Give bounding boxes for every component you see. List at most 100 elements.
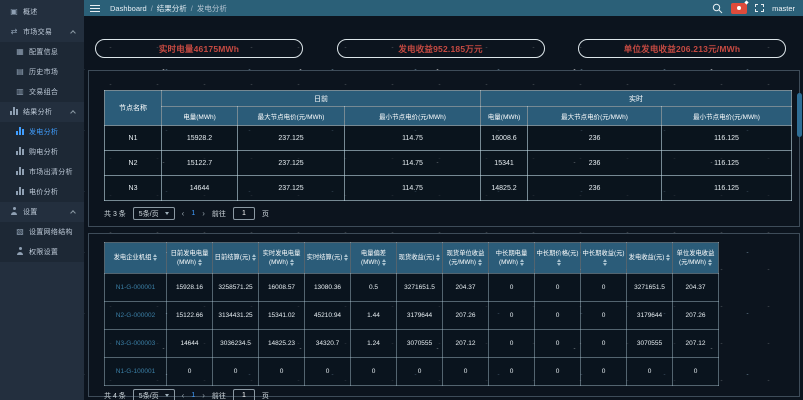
scrollbar-thumb[interactable] [797,93,802,137]
breadcrumb-level1[interactable]: 结果分析 [157,3,187,14]
cell: 116.125 [662,176,792,201]
cell: 14825.2 [481,176,528,201]
generator-unit-table: 发电企业机组 日前发电电量(MWh) 日前结算(元) 实时发电电量(MWh) 实… [104,242,719,386]
col-header-sortable[interactable]: 实时发电电量(MWh) [259,243,305,274]
prev-page-button[interactable]: ‹ [182,392,185,400]
sidebar-item-trade-portfolio[interactable]: ▥ 交易组合 [0,82,84,102]
unit-link[interactable]: N3-G-000003 [105,330,167,358]
cell: 0 [673,358,719,386]
chevron-down-icon [165,394,169,397]
sidebar-item-purchase-analysis[interactable]: 购电分析 [0,142,84,162]
sidebar-item-label: 购电分析 [29,147,58,157]
breadcrumb-home[interactable]: Dashboard [110,4,147,13]
cell: 3179644 [397,302,443,330]
bar-chart-icon [9,107,19,117]
sidebar: ▣ 概述 ⇄ 市场交易 ▦ 配置信息 ▤ 历史市场 ▥ 交易组合 结果分析 发电… [0,0,84,400]
table-row: N1 15928.2 237.125 114.75 16008.6 236 11… [105,126,792,151]
col-header: 最大节点电价(元/MWh) [238,107,345,126]
sidebar-item-history-market[interactable]: ▤ 历史市场 [0,62,84,82]
unit-link[interactable]: N1-G-000001 [105,274,167,302]
sidebar-item-overview[interactable]: ▣ 概述 [0,2,84,22]
grid-icon: ▦ [15,48,25,56]
hamburger-menu-icon[interactable] [90,5,100,12]
col-header-sortable[interactable]: 现货收益(元) [397,243,443,274]
col-header: 电量(MWh) [481,107,528,126]
unit-link[interactable]: N2-G-000002 [105,302,167,330]
goto-page-input[interactable] [233,207,255,220]
sort-icon [666,254,670,261]
cell: 14825.23 [259,330,305,358]
sidebar-item-label: 结果分析 [23,107,52,117]
cell: 0.5 [351,274,397,302]
col-header-sortable[interactable]: 实时结算(元) [305,243,351,274]
cell: 16008.57 [259,274,305,302]
cell: 3258571.25 [213,274,259,302]
page-number[interactable]: 1 [191,392,195,399]
bar-chart-icon [15,127,25,137]
col-header-sortable[interactable]: 中长期收益(元) [581,243,627,274]
chevron-up-icon [70,210,76,216]
sidebar-item-label: 配置信息 [29,47,58,57]
sort-icon [153,254,157,261]
sidebar-section-settings[interactable]: 设置 [0,202,84,222]
col-header-sortable[interactable]: 单位发电收益(元/MWh) [673,243,719,274]
username[interactable]: master [772,4,795,13]
col-header: 电量(MWh) [162,107,238,126]
unit-link[interactable]: N1-G-100001 [105,358,167,386]
col-header-sortable[interactable]: 日前发电电量(MWh) [167,243,213,274]
cell: 0 [535,358,581,386]
table-row: N2 15122.7 237.125 114.75 15341 236 116.… [105,151,792,176]
stat-realtime-energy: 实时电量46175MWh [95,39,303,58]
next-page-button[interactable]: › [202,392,205,400]
sidebar-item-generation-analysis[interactable]: 发电分析 [0,122,84,142]
prev-page-button[interactable]: ‹ [182,210,185,218]
cell: 15341 [481,151,528,176]
sidebar-item-network-structure[interactable]: ▧ 设置网络结构 [0,222,84,242]
cell: 3271651.5 [627,274,673,302]
sidebar-section-market-trading[interactable]: ⇄ 市场交易 [0,22,84,42]
cell: 0 [167,358,213,386]
next-page-button[interactable]: › [202,210,205,218]
cell: 14644 [167,330,213,358]
col-header-sortable[interactable]: 发电收益(元) [627,243,673,274]
col-header-sortable[interactable]: 日前结算(元) [213,243,259,274]
sidebar-item-label: 设置 [23,207,38,217]
sidebar-item-label: 市场交易 [23,27,52,37]
sidebar-item-price-analysis[interactable]: 电价分析 [0,182,84,202]
cell: 0 [581,330,627,358]
col-header-sortable[interactable]: 现货单位收益(元/MWh) [443,243,489,274]
breadcrumb-separator: / [151,4,153,13]
cell: 13080.36 [305,274,351,302]
col-header-sortable[interactable]: 中长期电量(MWh) [489,243,535,274]
sidebar-section-result-analysis[interactable]: 结果分析 [0,102,84,122]
sidebar-item-config-info[interactable]: ▦ 配置信息 [0,42,84,62]
cell: 237.125 [238,126,345,151]
cell: 0 [259,358,305,386]
goto-label: 前往 [212,209,226,219]
cell: 116.125 [662,126,792,151]
page-size-select[interactable]: 5条/页 [133,207,175,220]
col-header-sortable[interactable]: 电量偏差(MWh) [351,243,397,274]
fullscreen-icon[interactable] [755,4,764,12]
cell: 14644 [162,176,238,201]
sort-icon [290,259,294,266]
breadcrumb-separator: / [191,4,193,13]
cell: 3134431.25 [213,302,259,330]
col-header-sortable[interactable]: 中长期价格(元) [535,243,581,274]
pagination-total: 共 4 条 [104,391,126,400]
search-icon[interactable] [712,3,723,14]
sidebar-item-permission-settings[interactable]: 权限设置 [0,242,84,262]
cell: 0 [397,358,443,386]
cell: 204.37 [673,274,719,302]
page-number[interactable]: 1 [191,210,195,217]
cell: 16008.6 [481,126,528,151]
goto-page-input[interactable] [233,389,255,400]
col-header-sortable[interactable]: 发电企业机组 [105,243,167,274]
cell: 237.125 [238,151,345,176]
notification-button[interactable] [731,3,747,14]
page-size-select[interactable]: 5条/页 [133,389,175,400]
cell: 116.125 [662,151,792,176]
sidebar-item-market-clearing-analysis[interactable]: 市场出清分析 [0,162,84,182]
cell: 0 [489,330,535,358]
group-header-day-ahead: 日前 [162,91,481,107]
